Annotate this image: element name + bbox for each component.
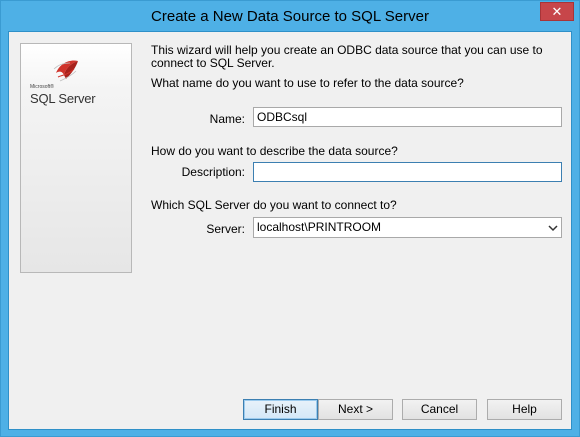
- server-label: Server:: [206, 222, 245, 236]
- description-label: Description:: [181, 165, 245, 179]
- server-value: localhost\PRINTROOM: [257, 220, 382, 234]
- description-input[interactable]: [253, 162, 562, 182]
- title-bar[interactable]: Create a New Data Source to SQL Server ✕: [1, 1, 579, 31]
- sql-server-logo-icon: [53, 60, 78, 82]
- close-button[interactable]: ✕: [540, 2, 574, 21]
- chevron-down-icon[interactable]: [548, 224, 558, 232]
- description-question: How do you want to describe the data sou…: [151, 144, 398, 158]
- help-button[interactable]: Help: [487, 399, 562, 420]
- sql-server-logo: Microsoft® SQL Server: [30, 55, 126, 111]
- name-label: Name:: [209, 112, 245, 126]
- logo-microsoft-text: Microsoft®: [30, 84, 54, 90]
- logo-sql-server-text: SQL Server: [30, 91, 96, 106]
- server-question: Which SQL Server do you want to connect …: [151, 198, 397, 212]
- dialog-window: Create a New Data Source to SQL Server ✕…: [0, 0, 580, 437]
- name-question: What name do you want to use to refer to…: [151, 76, 464, 90]
- finish-button[interactable]: Finish: [243, 399, 318, 420]
- cancel-button[interactable]: Cancel: [402, 399, 477, 420]
- intro-text: This wizard will help you create an ODBC…: [151, 43, 543, 70]
- next-button[interactable]: Next >: [318, 399, 393, 420]
- close-icon: ✕: [551, 4, 563, 19]
- name-input[interactable]: ODBCsql: [253, 107, 562, 127]
- dialog-client-area: Microsoft® SQL Server This wizard will h…: [8, 31, 572, 430]
- server-combobox[interactable]: localhost\PRINTROOM: [253, 217, 562, 238]
- window-title: Create a New Data Source to SQL Server: [151, 8, 429, 25]
- wizard-side-panel: Microsoft® SQL Server: [20, 43, 132, 273]
